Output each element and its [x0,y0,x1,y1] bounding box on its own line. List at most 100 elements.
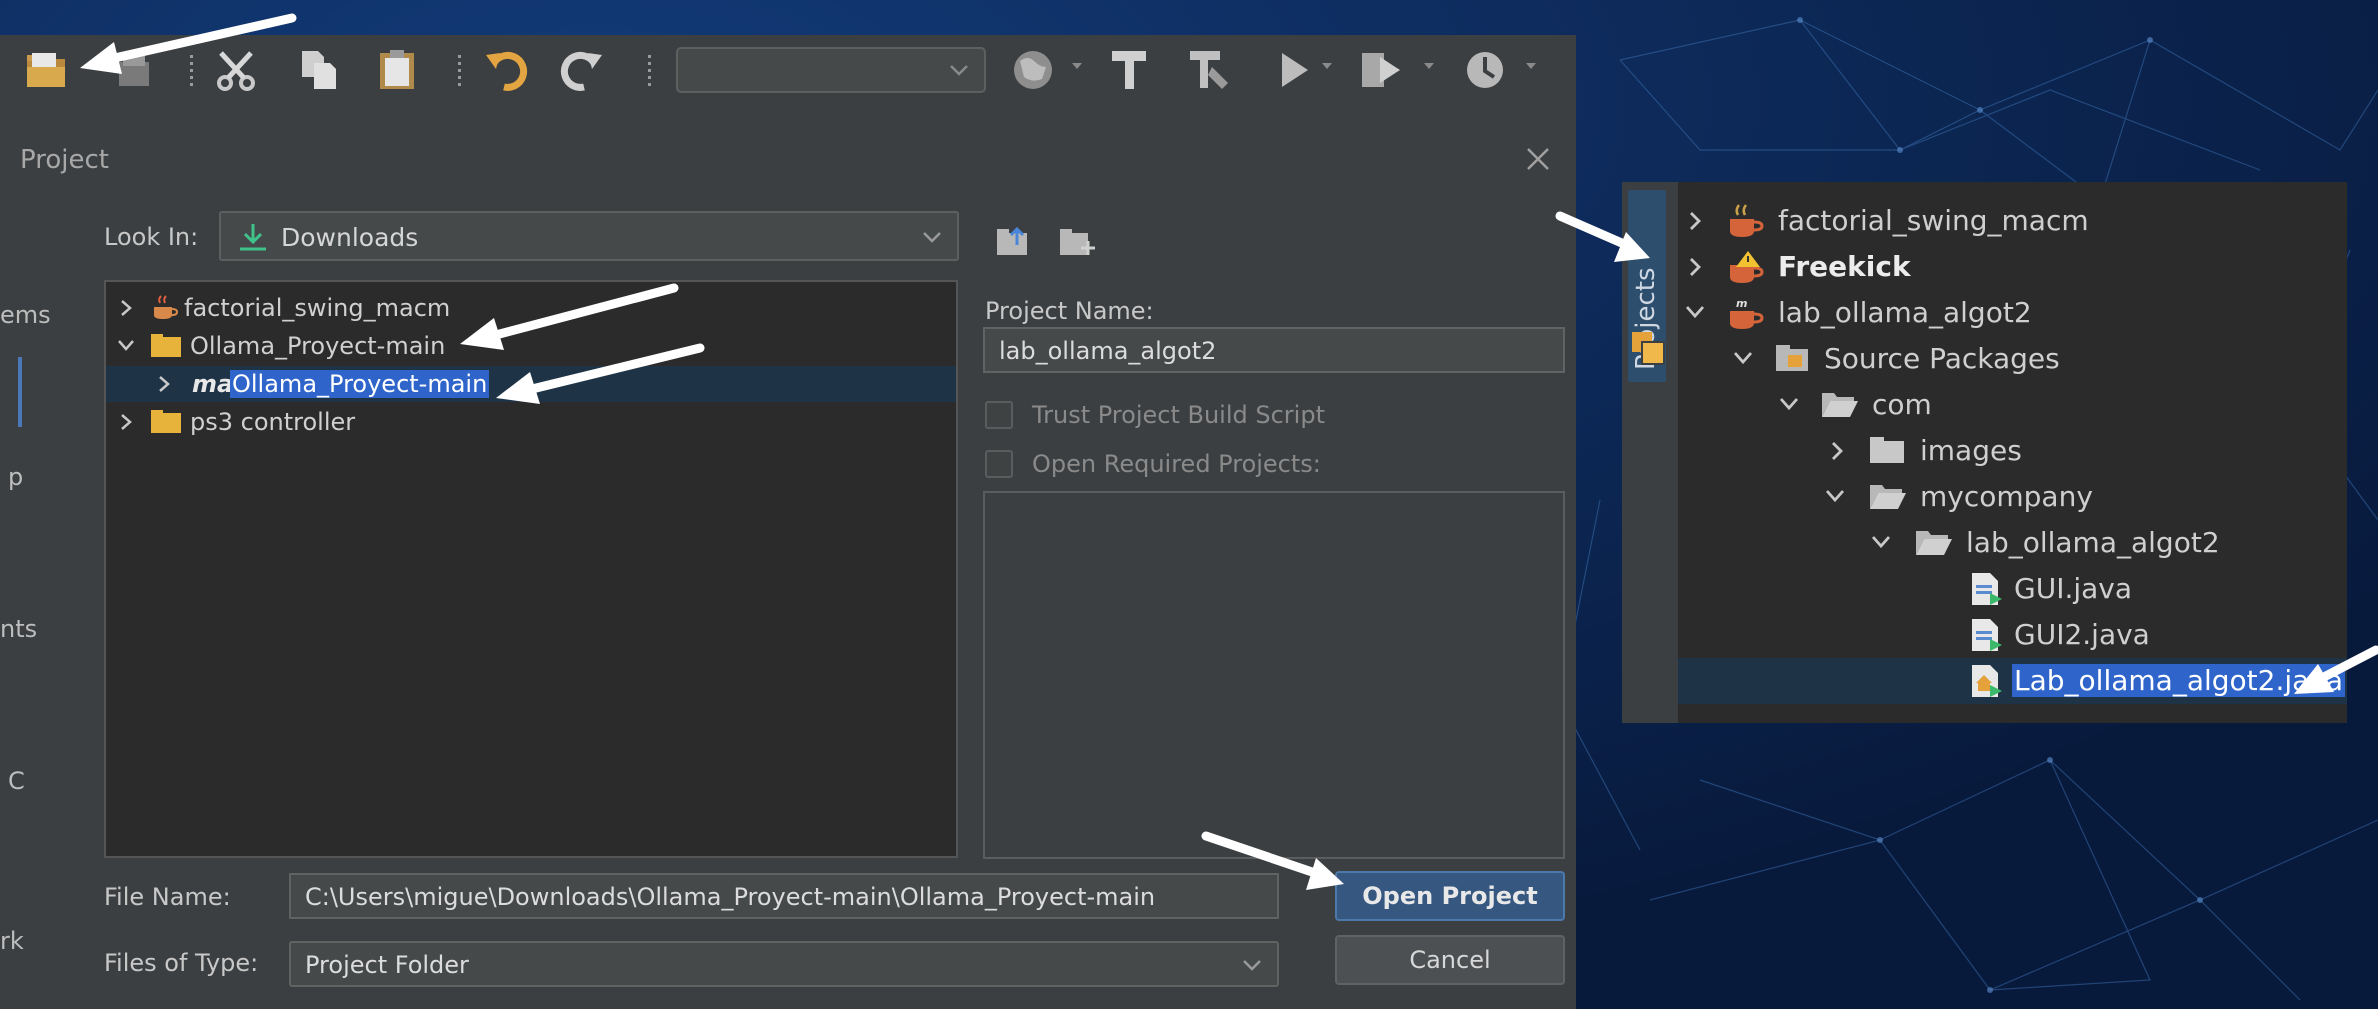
clipboard-icon [380,50,414,89]
annotation-arrow [2294,645,2378,694]
folder-up-icon [997,226,1027,255]
open-project-button[interactable] [24,47,70,93]
chevron-right-icon[interactable] [1828,440,1846,462]
chevron-down-icon[interactable] [1870,532,1892,552]
copy-button[interactable] [296,47,342,93]
open-project-icon [27,53,65,87]
project-name-label: Project Name: [985,297,1154,325]
play-icon [1282,53,1308,87]
maven-project-icon: ma [192,370,234,398]
open-required-projects-checkbox[interactable] [985,450,1013,478]
tree-row[interactable]: ps3 controller [106,404,956,440]
java-main-file-icon [1972,665,2002,697]
tree-row[interactable]: GUI2.java [1678,612,2347,658]
open-folder-icon [1822,393,1858,417]
projects-window-icon [1632,332,1665,365]
files-of-type-combo[interactable]: Project Folder [289,941,1279,987]
create-new-folder-button[interactable] [1058,225,1096,257]
tree-item-label: mycompany [1920,480,2093,513]
profile-project-button[interactable] [1462,47,1508,93]
chevron-down-icon[interactable] [1732,348,1754,368]
trust-build-script-checkbox[interactable] [985,401,1013,429]
sidebar-item-label[interactable]: ems [0,301,51,329]
tree-row[interactable]: GUI.java [1678,566,2347,612]
dialog-close-button[interactable] [1520,141,1556,177]
tree-row[interactable]: mycompany [1678,474,2347,520]
files-of-type-value: Project Folder [305,951,469,979]
new-folder-icon [1060,229,1095,255]
annotation-arrow [1555,211,1650,262]
download-icon [240,224,266,251]
chevron-down-icon[interactable] [1824,486,1846,506]
tree-item-label: Ollama_Proyect-main [230,370,490,398]
annotation-arrow [496,343,705,404]
tree-row[interactable]: m lab_ollama_algot2 [1678,290,2347,336]
profile-dropdown-arrow[interactable] [1526,63,1536,69]
configuration-combo[interactable] [676,47,986,93]
chevron-right-icon[interactable] [1686,210,1704,232]
tree-row[interactable]: images [1678,428,2347,474]
tree-item-label: GUI.java [2014,572,2133,605]
debug-dropdown-arrow[interactable] [1424,63,1434,69]
tree-row[interactable]: lab_ollama_algot2 [1678,520,2347,566]
project-name-value: lab_ollama_algot2 [999,337,1217,365]
redo-button[interactable] [560,47,606,93]
dialog-title: Project [20,145,109,175]
folder-icon [151,410,181,433]
redo-icon [560,51,602,91]
file-name-value: C:\Users\migue\Downloads\Ollama_Proyect-… [305,883,1156,911]
sidebar-item-label[interactable]: C [8,767,25,795]
globe-dropdown-arrow[interactable] [1072,63,1082,69]
files-of-type-label: Files of Type: [104,949,259,977]
svg-text:m: m [1736,297,1747,310]
chevron-right-icon[interactable] [156,374,172,394]
tree-row[interactable]: Freekick [1678,244,2347,290]
file-name-field[interactable]: C:\Users\migue\Downloads\Ollama_Proyect-… [289,873,1279,919]
java-form-file-icon [1972,619,2002,651]
folder-icon [1870,437,1904,463]
chevron-down-icon[interactable] [1778,394,1800,414]
run-project-button[interactable] [1270,47,1316,93]
open-required-projects-label: Open Required Projects: [1032,450,1321,478]
tree-item-label: factorial_swing_macm [1778,204,2089,237]
build-button[interactable] [1106,47,1152,93]
clean-build-icon [1190,51,1228,89]
debug-project-button[interactable] [1358,47,1404,93]
tree-item-label: Freekick [1778,250,1911,283]
chevron-right-icon[interactable] [118,412,134,432]
clean-build-button[interactable] [1186,47,1232,93]
project-name-field[interactable]: lab_ollama_algot2 [983,327,1565,373]
paste-button[interactable] [374,47,420,93]
tree-row[interactable]: Source Packages [1678,336,2347,382]
run-dropdown-arrow[interactable] [1322,63,1332,69]
tree-row-selected[interactable]: Lab_ollama_algot2.java [1678,658,2347,704]
web-globe-button[interactable] [1010,47,1056,93]
java-form-file-icon [1972,573,2002,605]
undo-button[interactable] [484,47,530,93]
chevron-right-icon[interactable] [1686,256,1704,278]
sidebar-item-label[interactable]: nts [0,615,37,643]
chevron-down-icon[interactable] [116,336,136,354]
hammer-icon [1112,51,1146,89]
projects-tree[interactable]: factorial_swing_macm Freekick m lab_olla… [1678,182,2347,723]
java-project-icon [154,295,178,319]
chevron-right-icon[interactable] [118,298,134,318]
coffee-cup-project-icon [1730,204,1764,237]
cancel-button[interactable]: Cancel [1335,935,1565,985]
tree-item-label: lab_ollama_algot2 [1966,526,2220,559]
chevron-down-icon[interactable] [1684,302,1706,322]
file-name-label: File Name: [104,883,231,911]
sidebar-selection-marker [18,357,22,427]
copy-icon [302,51,336,89]
required-projects-list[interactable] [983,491,1565,859]
chevron-down-icon [923,232,941,243]
open-project-button[interactable]: Open Project [1335,871,1565,921]
up-one-level-button[interactable] [995,225,1031,257]
tree-item-label: factorial_swing_macm [184,294,451,322]
sidebar-item-label[interactable]: rk [0,927,24,955]
sidebar-item-label[interactable]: p [8,463,23,491]
tree-row[interactable]: factorial_swing_macm [1678,198,2347,244]
tree-row[interactable]: com [1678,382,2347,428]
look-in-combo[interactable]: Downloads [219,211,959,261]
tree-item-label: lab_ollama_algot2 [1778,296,2032,329]
